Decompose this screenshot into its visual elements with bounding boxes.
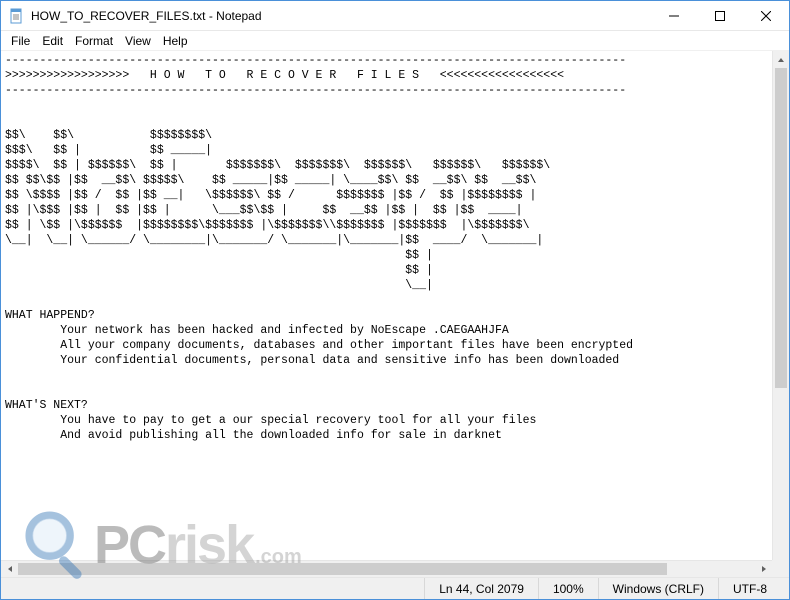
status-spacer bbox=[9, 578, 424, 599]
scroll-track-v[interactable] bbox=[773, 68, 789, 560]
menu-edit[interactable]: Edit bbox=[36, 32, 69, 50]
menu-help[interactable]: Help bbox=[157, 32, 194, 50]
notepad-window: HOW_TO_RECOVER_FILES.txt - Notepad File … bbox=[0, 0, 790, 600]
window-title: HOW_TO_RECOVER_FILES.txt - Notepad bbox=[31, 9, 651, 23]
scroll-left-icon[interactable] bbox=[1, 561, 18, 577]
horizontal-scrollbar[interactable] bbox=[1, 560, 772, 577]
menu-format[interactable]: Format bbox=[69, 32, 119, 50]
scroll-thumb-h[interactable] bbox=[18, 563, 667, 575]
scroll-thumb-v[interactable] bbox=[775, 68, 787, 388]
text-area-container: ----------------------------------------… bbox=[1, 51, 789, 577]
scroll-track-h[interactable] bbox=[18, 561, 755, 577]
status-position: Ln 44, Col 2079 bbox=[424, 578, 538, 599]
status-bar: Ln 44, Col 2079 100% Windows (CRLF) UTF-… bbox=[1, 577, 789, 599]
maximize-button[interactable] bbox=[697, 1, 743, 31]
menu-file[interactable]: File bbox=[5, 32, 36, 50]
notepad-icon bbox=[9, 8, 25, 24]
close-button[interactable] bbox=[743, 1, 789, 31]
scroll-corner bbox=[772, 560, 789, 577]
vertical-scrollbar[interactable] bbox=[772, 51, 789, 577]
status-line-ending: Windows (CRLF) bbox=[598, 578, 718, 599]
title-bar[interactable]: HOW_TO_RECOVER_FILES.txt - Notepad bbox=[1, 1, 789, 31]
menu-view[interactable]: View bbox=[119, 32, 157, 50]
status-zoom: 100% bbox=[538, 578, 598, 599]
status-encoding: UTF-8 bbox=[718, 578, 781, 599]
scroll-up-icon[interactable] bbox=[773, 51, 789, 68]
scroll-right-icon[interactable] bbox=[755, 561, 772, 577]
minimize-button[interactable] bbox=[651, 1, 697, 31]
text-area[interactable]: ----------------------------------------… bbox=[1, 51, 789, 445]
menu-bar: File Edit Format View Help bbox=[1, 31, 789, 51]
